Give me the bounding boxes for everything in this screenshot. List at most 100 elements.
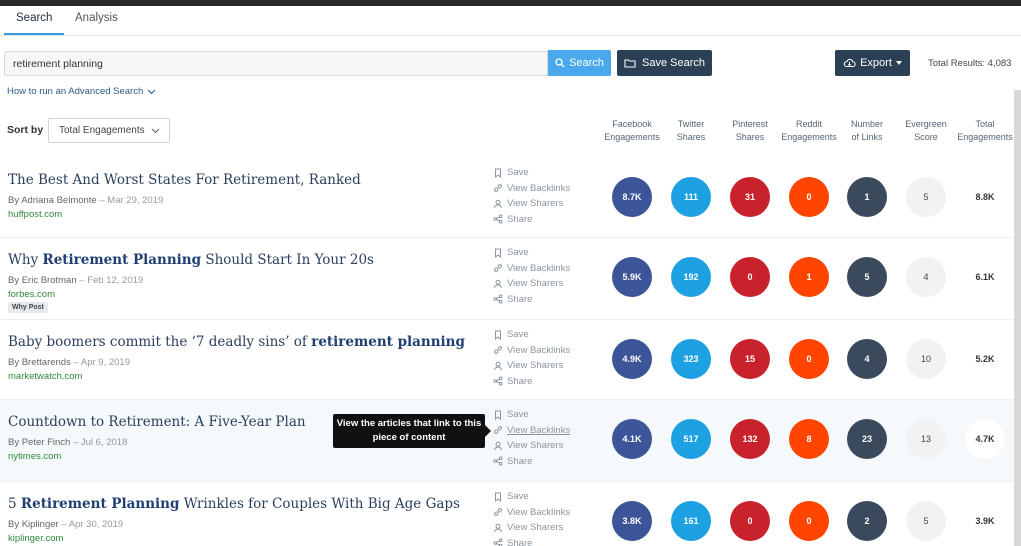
article-meta: By Peter Finch – Jul 6, 2018	[8, 437, 127, 448]
view-sharers-button[interactable]: View Sharers	[493, 276, 570, 292]
domain-link[interactable]: kiplinger.com	[8, 533, 63, 544]
reddit-engagements[interactable]: 0	[789, 177, 829, 217]
save-search-button[interactable]: Save Search	[617, 50, 712, 76]
bookmark-icon	[495, 492, 501, 502]
publish-date: – Mar 29, 2019	[99, 195, 164, 206]
column-header-reddit[interactable]: Reddit Engagements	[777, 118, 841, 144]
total-engagements: 6.1K	[965, 257, 1005, 297]
pinterest-shares[interactable]: 15	[730, 339, 770, 379]
search-button[interactable]: Search	[548, 50, 611, 76]
share-button[interactable]: Share	[493, 292, 570, 308]
twitter-shares[interactable]: 161	[671, 501, 711, 541]
author-link[interactable]: By Kiplinger	[8, 519, 59, 530]
pinterest-shares[interactable]: 31	[730, 177, 770, 217]
article-meta: By Kiplinger – Apr 30, 2019	[8, 519, 123, 530]
chevron-down-icon	[151, 128, 160, 133]
post-type-badge[interactable]: Why Post	[8, 302, 48, 313]
search-input[interactable]: retirement planning	[4, 51, 548, 76]
article-title-link[interactable]: Baby boomers commit the ‘7 deadly sins’ …	[8, 334, 465, 350]
author-link[interactable]: By Eric Brotman	[8, 275, 77, 286]
reddit-engagements[interactable]: 0	[789, 339, 829, 379]
share-button[interactable]: Share	[493, 374, 570, 390]
scrollbar[interactable]	[1014, 90, 1021, 546]
column-header-links[interactable]: Number of Links	[835, 118, 899, 144]
author-link[interactable]: By Brettarends	[8, 357, 71, 368]
domain-link[interactable]: nytimes.com	[8, 451, 61, 462]
tab-bar: Search Analysis	[0, 6, 1021, 36]
article-title-link[interactable]: Countdown to Retirement: A Five-Year Pla…	[8, 414, 306, 430]
reddit-engagements[interactable]: 0	[789, 501, 829, 541]
pinterest-shares[interactable]: 0	[730, 257, 770, 297]
facebook-engagements[interactable]: 8.7K	[612, 177, 652, 217]
twitter-shares[interactable]: 192	[671, 257, 711, 297]
author-link[interactable]: By Adriana Belmonte	[8, 195, 97, 206]
save-button[interactable]: Save	[493, 407, 570, 423]
save-button[interactable]: Save	[493, 165, 570, 181]
view-backlinks-button[interactable]: View Backlinks	[493, 343, 570, 359]
number-of-links[interactable]: 23	[847, 419, 887, 459]
article-title-link[interactable]: Why Retirement Planning Should Start In …	[8, 252, 374, 268]
share-icon	[493, 456, 503, 466]
number-of-links[interactable]: 1	[847, 177, 887, 217]
export-label: Export	[860, 57, 892, 69]
facebook-engagements[interactable]: 3.8K	[612, 501, 652, 541]
bookmark-icon	[495, 248, 501, 258]
view-sharers-button[interactable]: View Sharers	[493, 438, 570, 454]
column-header-pinterest[interactable]: Pinterest Shares	[718, 118, 782, 144]
view-backlinks-button[interactable]: View Backlinks	[493, 423, 570, 439]
user-icon	[494, 523, 502, 532]
pinterest-shares[interactable]: 132	[730, 419, 770, 459]
view-backlinks-button[interactable]: View Backlinks	[493, 505, 570, 521]
column-header-twitter[interactable]: Twitter Shares	[659, 118, 723, 144]
domain-link[interactable]: marketwatch.com	[8, 371, 82, 382]
number-of-links[interactable]: 2	[847, 501, 887, 541]
facebook-engagements[interactable]: 4.1K	[612, 419, 652, 459]
sort-select[interactable]: Total Engagements	[48, 118, 170, 143]
facebook-engagements[interactable]: 5.9K	[612, 257, 652, 297]
advanced-search-label: How to run an Advanced Search	[7, 86, 144, 97]
article-title-link[interactable]: The Best And Worst States For Retirement…	[8, 172, 361, 188]
domain-link[interactable]: forbes.com	[8, 289, 55, 300]
view-backlinks-button[interactable]: View Backlinks	[493, 261, 570, 277]
save-button[interactable]: Save	[493, 327, 570, 343]
article-actions: Save View Backlinks View Sharers Share	[493, 489, 570, 546]
publish-date: – Jul 6, 2018	[72, 437, 128, 448]
author-link[interactable]: By Peter Finch	[8, 437, 70, 448]
article-title-link[interactable]: 5 Retirement Planning Wrinkles for Coupl…	[8, 496, 460, 512]
share-button[interactable]: Share	[493, 536, 570, 546]
user-icon	[494, 279, 502, 288]
number-of-links[interactable]: 5	[847, 257, 887, 297]
reddit-engagements[interactable]: 8	[789, 419, 829, 459]
column-header-total[interactable]: Total Engagements	[953, 118, 1017, 144]
twitter-shares[interactable]: 323	[671, 339, 711, 379]
view-sharers-button[interactable]: View Sharers	[493, 196, 570, 212]
save-button[interactable]: Save	[493, 489, 570, 505]
column-header-facebook[interactable]: Facebook Engagements	[600, 118, 664, 144]
domain-link[interactable]: huffpost.com	[8, 209, 62, 220]
number-of-links[interactable]: 4	[847, 339, 887, 379]
tab-search[interactable]: Search	[16, 12, 52, 24]
backlinks-tooltip: View the articles that link to this piec…	[333, 414, 491, 448]
view-backlinks-button[interactable]: View Backlinks	[493, 181, 570, 197]
reddit-engagements[interactable]: 1	[789, 257, 829, 297]
link-icon	[494, 426, 502, 435]
view-sharers-button[interactable]: View Sharers	[493, 358, 570, 374]
total-engagements: 8.8K	[965, 177, 1005, 217]
twitter-shares[interactable]: 517	[671, 419, 711, 459]
active-tab-indicator	[4, 33, 64, 35]
twitter-shares[interactable]: 111	[671, 177, 711, 217]
tab-analysis[interactable]: Analysis	[75, 12, 118, 24]
facebook-engagements[interactable]: 4.9K	[612, 339, 652, 379]
pinterest-shares[interactable]: 0	[730, 501, 770, 541]
view-sharers-button[interactable]: View Sharers	[493, 520, 570, 536]
link-icon	[494, 346, 502, 355]
column-header-evergreen[interactable]: Evergreen Score	[894, 118, 958, 144]
share-icon	[493, 376, 503, 386]
save-button[interactable]: Save	[493, 245, 570, 261]
share-button[interactable]: Share	[493, 454, 570, 470]
evergreen-score: 4	[906, 257, 946, 297]
export-button[interactable]: Export	[835, 50, 910, 76]
user-icon	[494, 199, 502, 208]
advanced-search-link[interactable]: How to run an Advanced Search	[7, 86, 156, 97]
share-button[interactable]: Share	[493, 212, 570, 228]
